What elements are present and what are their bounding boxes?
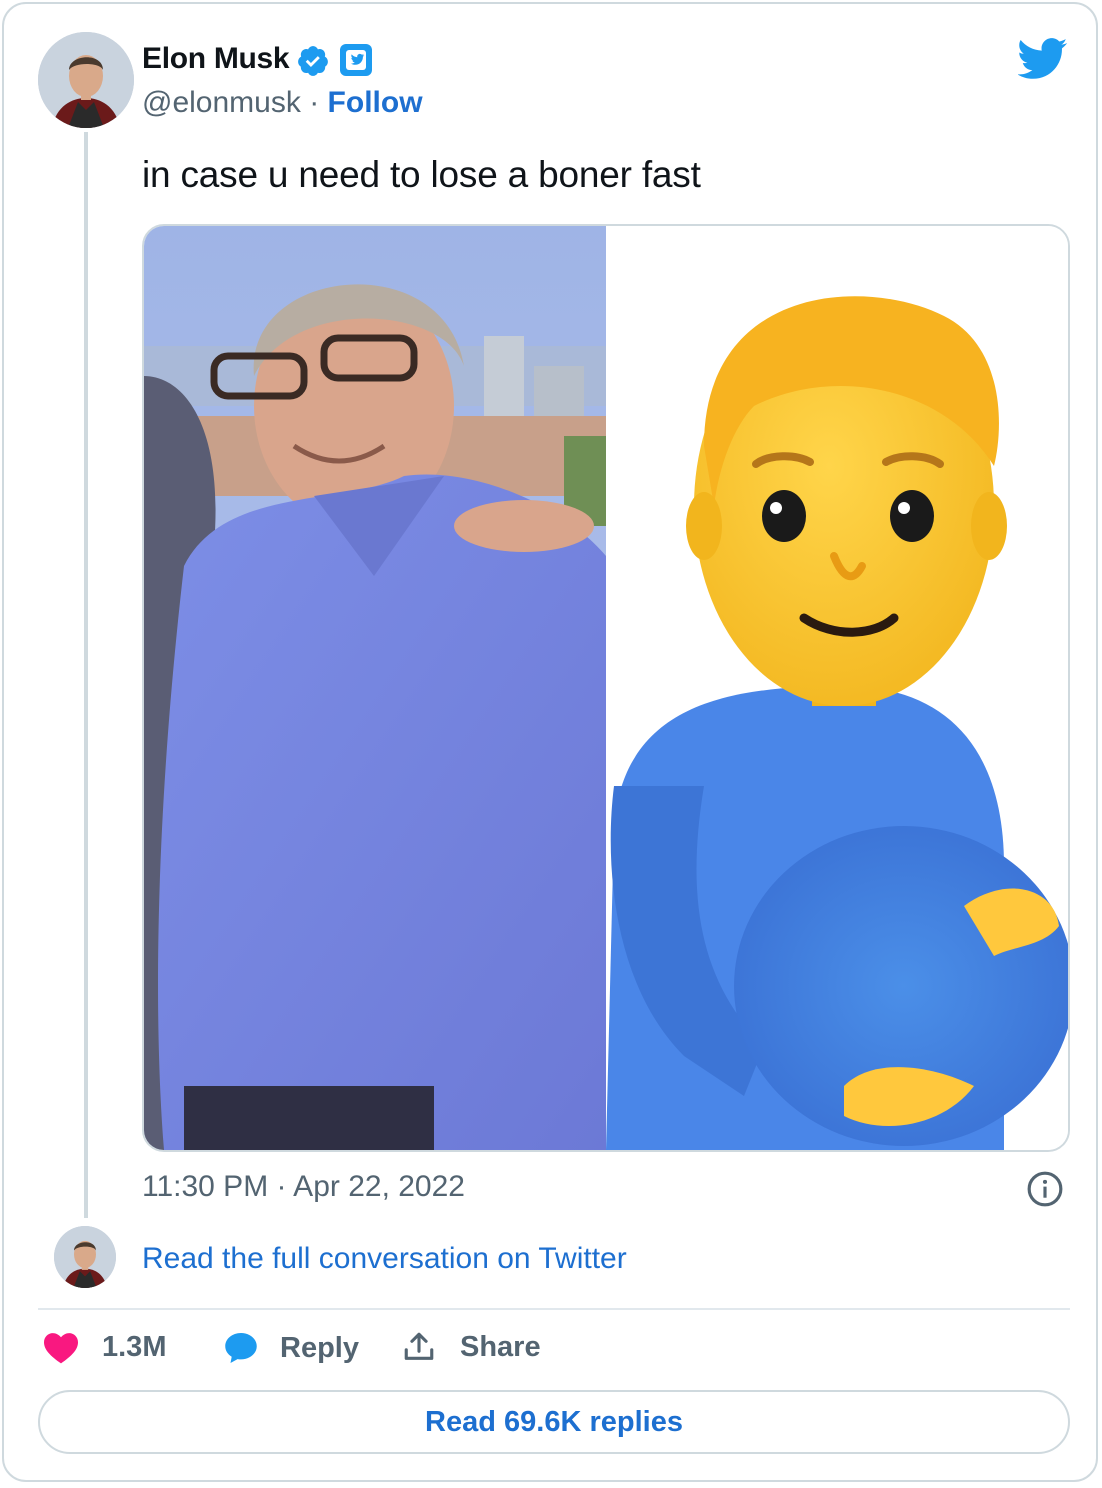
share-action[interactable]: Share bbox=[402, 1330, 541, 1364]
tweet-text: in case u need to lose a boner fast bbox=[142, 154, 701, 195]
tweet-media-image[interactable] bbox=[142, 224, 1070, 1152]
divider bbox=[38, 1308, 1070, 1310]
tweet-timestamp[interactable]: 11:30 PM · Apr 22, 2022 bbox=[142, 1170, 465, 1204]
author-handle[interactable]: @elonmusk bbox=[142, 86, 301, 119]
small-author-avatar[interactable] bbox=[54, 1226, 116, 1288]
twitter-badge-icon bbox=[340, 44, 372, 76]
twitter-bird-icon[interactable] bbox=[1017, 38, 1068, 85]
handle-separator: · bbox=[309, 86, 320, 119]
follow-link[interactable]: Follow bbox=[328, 86, 423, 119]
verified-badge-icon bbox=[296, 44, 330, 83]
like-count: 1.3M bbox=[102, 1330, 167, 1363]
like-action[interactable]: 1.3M bbox=[42, 1330, 166, 1364]
heart-icon bbox=[44, 1333, 78, 1364]
author-avatar[interactable] bbox=[38, 32, 134, 128]
info-icon[interactable] bbox=[1026, 1170, 1064, 1213]
reply-action[interactable]: Reply bbox=[222, 1330, 359, 1366]
share-icon bbox=[404, 1332, 434, 1360]
reply-label: Reply bbox=[280, 1331, 359, 1364]
read-replies-button[interactable]: Read 69.6K replies bbox=[38, 1390, 1070, 1454]
tweet-embed-card: Elon Musk @elonmusk · Follow in case u n… bbox=[2, 2, 1098, 1482]
read-full-conversation-link[interactable]: Read the full conversation on Twitter bbox=[142, 1242, 627, 1276]
author-handle-row: @elonmusk · Follow bbox=[142, 86, 423, 120]
thread-line bbox=[84, 132, 88, 1218]
reply-bubble-icon bbox=[225, 1333, 257, 1363]
share-label: Share bbox=[460, 1330, 541, 1363]
author-name[interactable]: Elon Musk bbox=[142, 42, 290, 76]
